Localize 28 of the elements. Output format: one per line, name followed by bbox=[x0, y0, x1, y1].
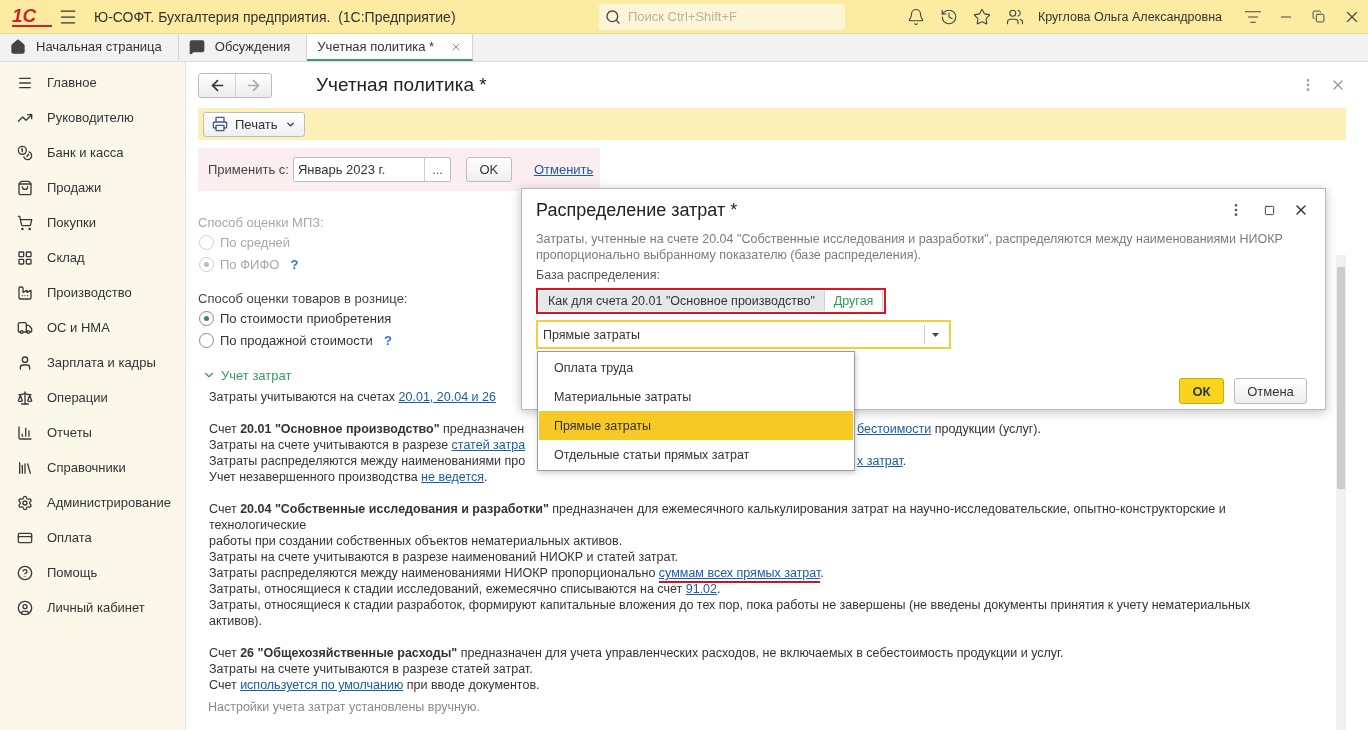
window-title: Ю-СОФТ. Бухгалтерия предприятия. (1С:Предприятие) bbox=[94, 8, 457, 25]
group-label: Способ оценки МПЗ: bbox=[198, 215, 324, 231]
dialog-description: Затраты, учтенные на счете 20.04 "Собственные исследования и разработки", распределяются между наименованиями НИОКР пропорционально выбранному показателю (базе распределения). bbox=[536, 231, 1284, 263]
text-line: Учет незавершенного производства не ведется. bbox=[209, 469, 488, 485]
text-line: Затраты, относящиеся к стадии исследований, ежемесячно списываются на счет 91.02. bbox=[209, 581, 721, 597]
text-line: Затраты на счете учитываются в разрезе статей затрат. bbox=[209, 661, 533, 677]
text-line: Затраты распределяются между наименованиями про bbox=[209, 453, 526, 469]
text-line: активов). bbox=[209, 613, 262, 629]
field-label: Применить с: bbox=[208, 162, 289, 177]
text-line: Затраты учитываются на счетах 20.01, 20.04 и 26 bbox=[209, 389, 496, 405]
group-label: Способ оценки товаров в рознице: bbox=[198, 291, 408, 307]
text-line: Затраты на счете учитываются в разрезе статей затра bbox=[209, 437, 526, 453]
text-line: технологические bbox=[209, 517, 307, 533]
text-line: Затраты, относящиеся к стадии разработок, формируют капитальные вложения до тех пор, пока работы не завершены (не введены документы принятия к учету нематериальных bbox=[209, 597, 1251, 613]
text-line: работы при создании собственных объектов нематериальных активов. bbox=[209, 533, 623, 549]
text-line: Затраты на счете учитываются в разрезе наименований НИОКР и статей затрат. bbox=[209, 549, 678, 565]
settings-note: Настройки учета затрат установлены вручную. bbox=[207, 699, 480, 715]
logo: 1С bbox=[12, 6, 52, 27]
text-line: Затраты распределяются между наименованиями НИОКР пропорционально суммам всех прямых затрат. bbox=[209, 565, 824, 581]
text-line: Счет 20.01 "Основное производство" предназначен bbox=[209, 421, 525, 437]
text-line: Счет используется по умолчанию при вводе документов. bbox=[209, 677, 540, 693]
text-line: Счет 20.04 "Собственные исследования и разработки" предназначен для ежемесячного калькулирования затрат на научно-исследовательские, опытно-конструкторские и bbox=[209, 501, 1226, 517]
dialog-title: Распределение затрат * bbox=[536, 199, 739, 221]
text-line: бестоимости продукции (услуг). bbox=[857, 421, 1041, 437]
text-line: Счет 26 "Общехозяйственные расходы" предназначен для учета управленческих расходов, не включаемых в себестоимость продукции и услуг. bbox=[209, 645, 1064, 661]
text-line: х затрат. bbox=[857, 453, 907, 469]
form-title: Учетная политика * bbox=[316, 74, 488, 96]
field-label: База распределения: bbox=[536, 267, 661, 283]
